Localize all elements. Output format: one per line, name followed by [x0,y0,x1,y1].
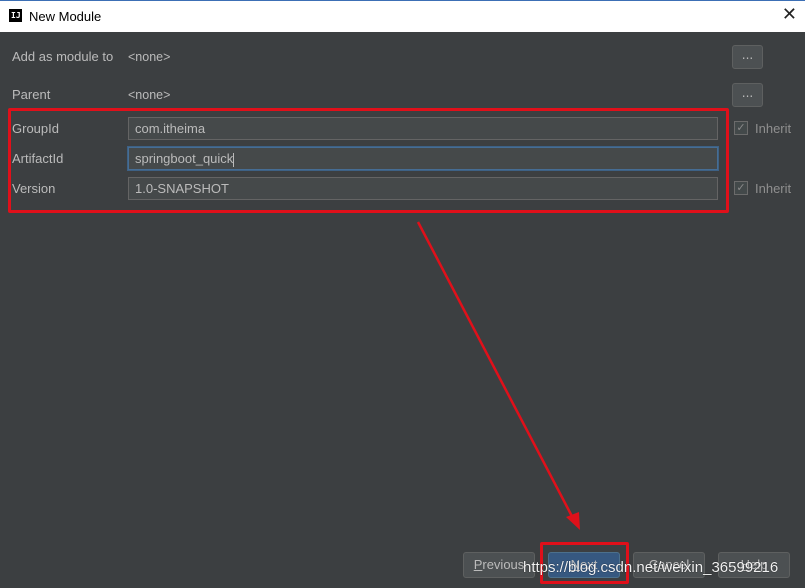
intellij-icon: IJ [9,9,22,22]
annotation-highlight-next [540,542,629,584]
help-button[interactable]: Help [718,552,790,578]
add-as-module-browse-button[interactable]: ... [732,45,763,69]
cancel-button[interactable]: Cancel [633,552,705,578]
version-inherit-label: Inherit [755,181,792,196]
checkmark-icon: ✓ [736,121,746,134]
add-as-module-value: <none> [128,50,171,64]
previous-button[interactable]: Previous [463,552,535,578]
window-title: New Module [29,9,102,24]
checkmark-icon: ✓ [736,181,746,194]
arrow-shaft [416,221,578,525]
arrow-head [566,512,580,530]
version-inherit-checkbox[interactable]: ✓ [734,181,748,195]
group-id-inherit-label: Inherit [755,121,792,136]
parent-browse-button[interactable]: ... [732,83,763,107]
parent-value: <none> [128,88,171,102]
parent-label: Parent [12,87,51,102]
group-id-inherit-checkbox[interactable]: ✓ [734,121,748,135]
annotation-highlight-fields [8,108,729,213]
annotation-arrow [416,221,580,530]
title-bar: IJ New Module ✕ [0,0,805,32]
add-as-module-label: Add as module to [12,49,114,64]
close-icon[interactable]: ✕ [782,4,797,25]
